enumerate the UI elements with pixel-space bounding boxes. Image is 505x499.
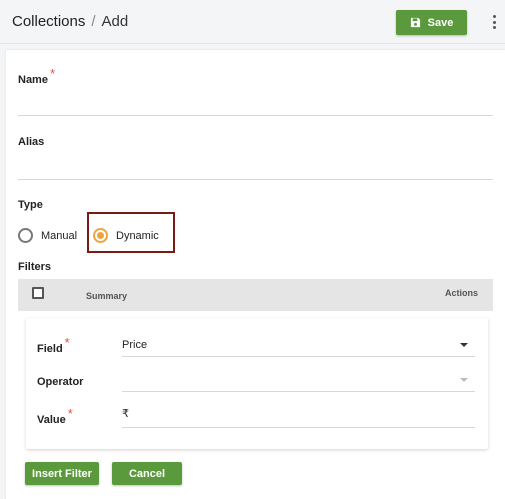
top-bar: Collections / Add Save — [0, 0, 505, 44]
save-button[interactable]: Save — [396, 10, 467, 35]
save-button-label: Save — [427, 16, 454, 29]
select-all-checkbox[interactable] — [32, 287, 44, 299]
radio-dynamic[interactable]: Dynamic — [93, 228, 159, 243]
required-mark: * — [64, 335, 70, 350]
radio-manual-label: Manual — [41, 229, 78, 242]
field-label: Field * — [37, 335, 70, 355]
type-label: Type — [18, 199, 43, 211]
breadcrumb-current: Add — [101, 13, 129, 30]
name-input[interactable] — [18, 115, 493, 116]
column-actions: Actions — [445, 288, 479, 298]
radio-manual-circle[interactable] — [18, 228, 33, 243]
filters-table-header: Summary Actions — [18, 279, 493, 311]
cancel-button[interactable]: Cancel — [112, 462, 182, 485]
field-select-value: Price — [122, 339, 148, 351]
radio-dynamic-label: Dynamic — [116, 229, 159, 242]
column-summary: Summary — [86, 291, 128, 301]
value-input[interactable] — [122, 427, 475, 428]
floppy-disk-icon — [410, 17, 420, 28]
radio-dynamic-circle[interactable] — [93, 228, 108, 243]
value-label: Value * — [37, 406, 73, 426]
alias-label: Alias — [18, 136, 45, 148]
breadcrumb-collections[interactable]: Collections — [12, 13, 85, 30]
alias-input[interactable] — [18, 179, 493, 180]
insert-filter-button[interactable]: Insert Filter — [25, 462, 99, 485]
field-select[interactable] — [122, 356, 475, 357]
value-currency-prefix: ₹ — [122, 408, 129, 420]
required-mark: * — [67, 406, 73, 421]
operator-label: Operator — [37, 376, 84, 388]
required-mark: * — [49, 66, 56, 81]
radio-manual[interactable]: Manual — [18, 228, 77, 243]
filters-label: Filters — [18, 261, 52, 273]
operator-select[interactable] — [122, 391, 475, 392]
breadcrumb: Collections / Add — [12, 13, 128, 30]
operator-dropdown-icon[interactable] — [460, 378, 468, 382]
filter-editor-panel — [26, 318, 488, 449]
name-label: Name * — [18, 66, 56, 86]
field-dropdown-icon[interactable] — [460, 343, 468, 347]
breadcrumb-separator: / — [91, 13, 96, 30]
kebab-menu-icon[interactable] — [489, 13, 499, 31]
